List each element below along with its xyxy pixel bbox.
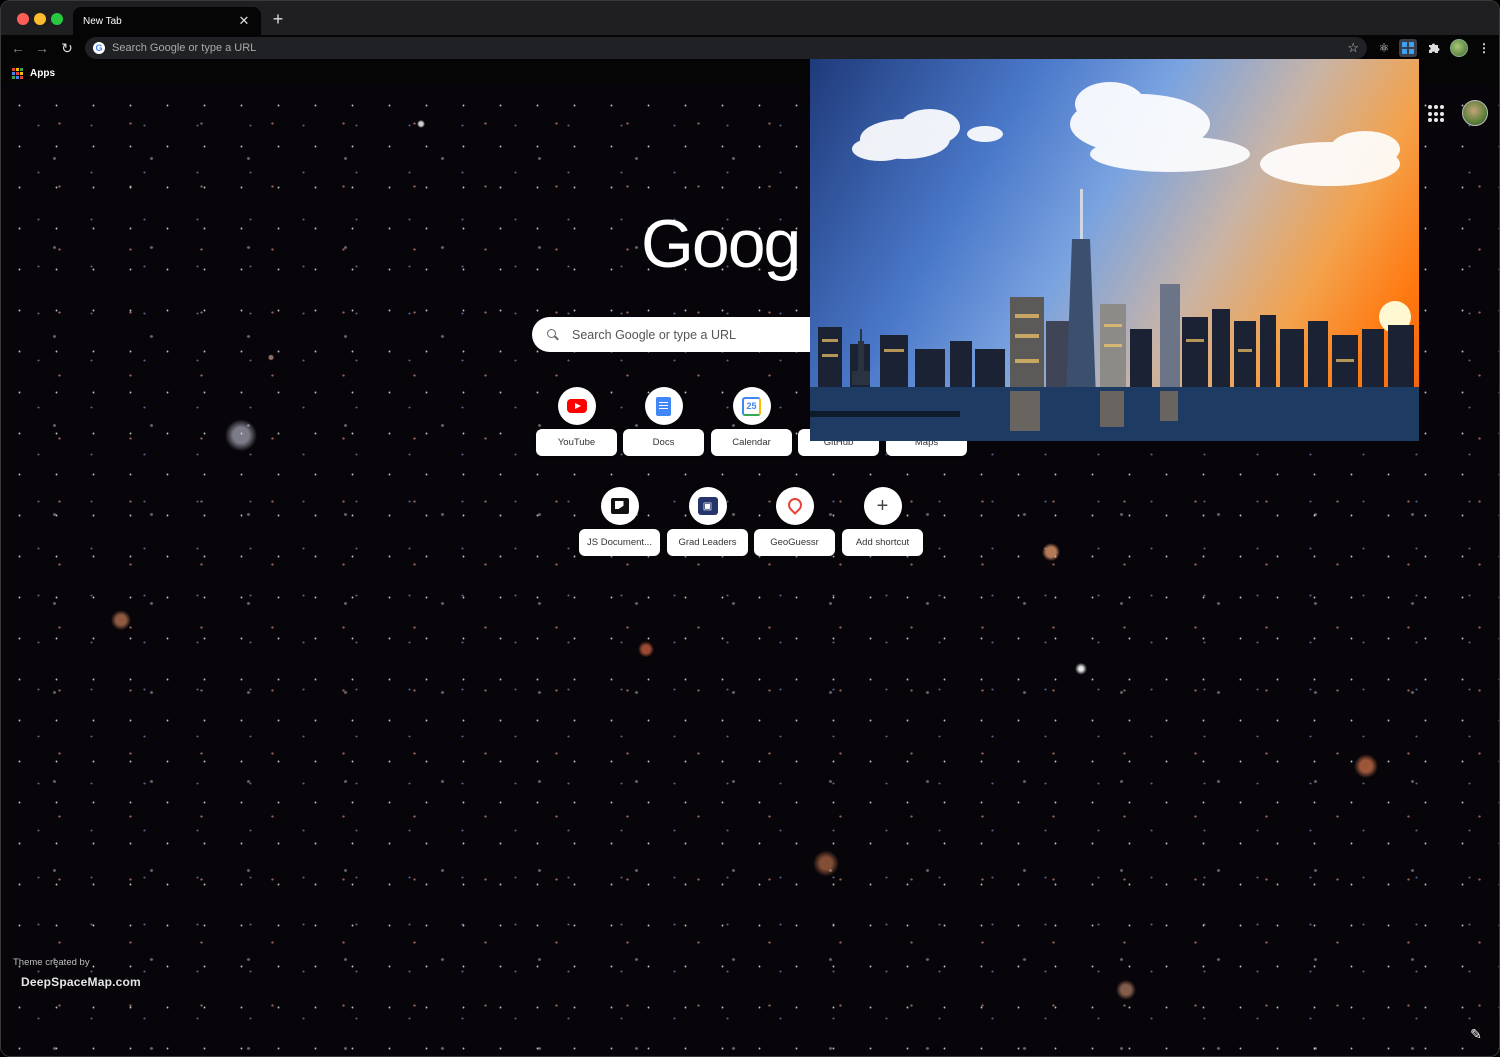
omnibox[interactable]: G Search Google or type a URL ☆ (85, 37, 1367, 59)
shortcut-label: Docs (623, 429, 704, 456)
shortcut-docs[interactable]: Docs (623, 387, 704, 456)
island (810, 411, 960, 417)
shortcut-label: JS Document... (579, 529, 660, 556)
shortcut-label: Calendar (711, 429, 792, 456)
toolbar: ← → ↻ G Search Google or type a URL ☆ ⚛ … (1, 35, 1499, 61)
shortcut-youtube[interactable]: YouTube (536, 387, 617, 456)
minimize-window-button[interactable] (34, 13, 46, 25)
calendar-icon: 25 (732, 387, 771, 425)
title-bar: New Tab ✕ + (1, 1, 1499, 35)
tab-title: New Tab (83, 15, 122, 27)
shortcut-label: GeoGuessr (754, 529, 835, 556)
customize-pencil-icon[interactable]: ✎ (1467, 1025, 1485, 1043)
account-avatar[interactable] (1462, 100, 1488, 126)
shortcut-label: Grad Leaders (667, 529, 748, 556)
forward-button[interactable]: → (33, 39, 51, 57)
close-tab-icon[interactable]: ✕ (237, 13, 251, 28)
extensions-puzzle-icon[interactable] (1425, 39, 1443, 57)
maximize-window-button[interactable] (51, 13, 63, 25)
search-icon (546, 328, 560, 342)
puzzle-glyph (1429, 43, 1440, 53)
tab-new-tab[interactable]: New Tab ✕ (73, 7, 261, 35)
js-documentation-icon (600, 487, 639, 525)
google-logo: Goog (641, 206, 801, 282)
skyline-image-overlay (810, 59, 1419, 441)
more-menu-icon[interactable]: ⋮ (1475, 39, 1493, 57)
shortcut-geoguessr[interactable]: GeoGuessr (754, 487, 835, 556)
skyline-illustration (810, 82, 1419, 441)
theme-credit-caption: Theme created by (13, 957, 90, 968)
extension-grid-icon[interactable] (1399, 39, 1417, 57)
apps-grid-icon[interactable] (12, 67, 23, 79)
shortcut-calendar[interactable]: 25 Calendar (711, 387, 792, 456)
grid-glyph (1402, 42, 1414, 54)
browser-window: New Tab ✕ + ← → ↻ G Search Google or typ… (0, 0, 1500, 1057)
close-window-button[interactable] (17, 13, 29, 25)
theme-credit-link[interactable]: DeepSpaceMap.com (21, 975, 141, 989)
add-shortcut-button[interactable]: + Add shortcut (842, 487, 923, 556)
clouds (852, 82, 1400, 186)
location-pin-icon (775, 487, 814, 525)
plus-icon: + (863, 487, 902, 525)
shortcut-js-documentation[interactable]: JS Document... (579, 487, 660, 556)
google-apps-icon[interactable] (1428, 105, 1446, 123)
bookmark-star-icon[interactable]: ☆ (1347, 40, 1359, 56)
calendar-date: 25 (742, 396, 761, 416)
profile-avatar-icon[interactable] (1450, 39, 1468, 57)
google-icon: G (93, 42, 105, 54)
search-placeholder: Search Google or type a URL (572, 327, 736, 342)
reload-button[interactable]: ↻ (58, 39, 76, 57)
buildings (818, 189, 1414, 399)
shortcut-label: YouTube (536, 429, 617, 456)
docs-icon (644, 387, 683, 425)
back-button[interactable]: ← (9, 39, 27, 57)
youtube-icon (557, 387, 596, 425)
theme-credit: Theme created by DeepSpaceMap.com (13, 957, 141, 989)
grad-leaders-icon: ▣ (688, 487, 727, 525)
shortcut-label: Add shortcut (842, 529, 923, 556)
apps-bookmark[interactable]: Apps (30, 68, 55, 79)
shortcut-grad-leaders[interactable]: ▣ Grad Leaders (667, 487, 748, 556)
omnibox-placeholder: Search Google or type a URL (112, 42, 257, 54)
react-devtools-icon[interactable]: ⚛ (1375, 39, 1393, 57)
new-tab-button[interactable]: + (269, 10, 287, 28)
